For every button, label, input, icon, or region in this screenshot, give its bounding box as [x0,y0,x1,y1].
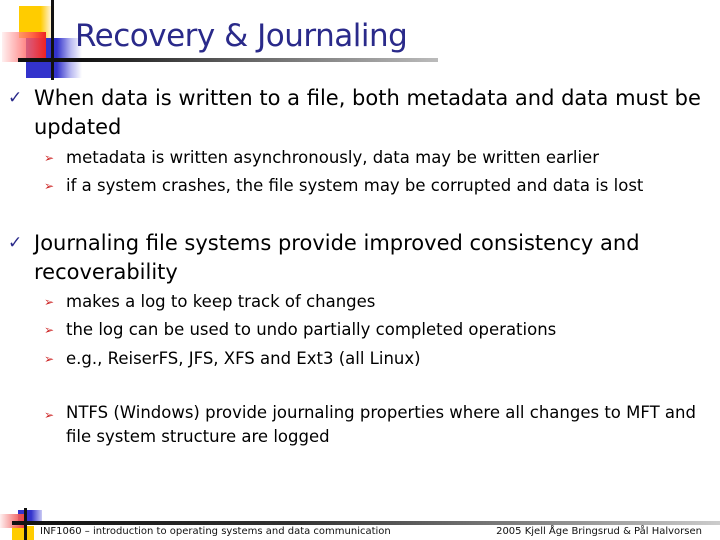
arrow-bullet-icon: ➢ [44,408,55,422]
sub-bullet-text: NTFS (Windows) provide journaling proper… [66,403,696,446]
footer-credits: 2005 Kjell Åge Bringsrud & Pål Halvorsen [496,526,702,537]
arrow-bullet-icon: ➢ [44,151,55,165]
sub-bullet-item: ➢ if a system crashes, the file system m… [44,172,716,200]
sub-bullet-item: ➢ e.g., ReiserFS, JFS, XFS and Ext3 (all… [44,345,716,373]
sub-bullet-text: makes a log to keep track of changes [66,292,376,311]
checkmark-icon: ✓ [8,233,23,253]
arrow-bullet-icon: ➢ [44,179,55,193]
sub-bullet-text: metadata is written asynchronously, data… [66,148,599,167]
sub-bullet-item: ➢ makes a log to keep track of changes [44,288,716,316]
bullet-text: When data is written to a file, both met… [34,86,701,139]
slide-title: Recovery & Journaling [75,18,408,54]
sub-bullet-item: ➢ NTFS (Windows) provide journaling prop… [44,401,716,449]
sub-bullet-item: ➢ metadata is written asynchronously, da… [44,144,716,172]
decor-vertical-line [51,0,54,80]
arrow-bullet-icon: ➢ [44,295,55,309]
bullet-text: Journaling file systems provide improved… [34,231,640,284]
footer-rule [12,521,720,525]
decor-yellow-square [12,526,34,540]
bullet-item: ✓ Journaling file systems provide improv… [8,229,714,287]
arrow-bullet-icon: ➢ [44,323,55,337]
arrow-bullet-icon: ➢ [44,352,55,366]
sub-bullet-text: e.g., ReiserFS, JFS, XFS and Ext3 (all L… [66,349,421,368]
bullet-item: ✓ When data is written to a file, both m… [8,84,714,142]
footer-course: INF1060 – introduction to operating syst… [40,526,391,537]
checkmark-icon: ✓ [8,88,23,108]
title-underline [18,58,438,62]
sub-bullet-item: ➢ the log can be used to undo partially … [44,316,716,344]
sub-bullet-text: the log can be used to undo partially co… [66,320,557,339]
sub-bullet-text: if a system crashes, the file system may… [66,176,644,195]
